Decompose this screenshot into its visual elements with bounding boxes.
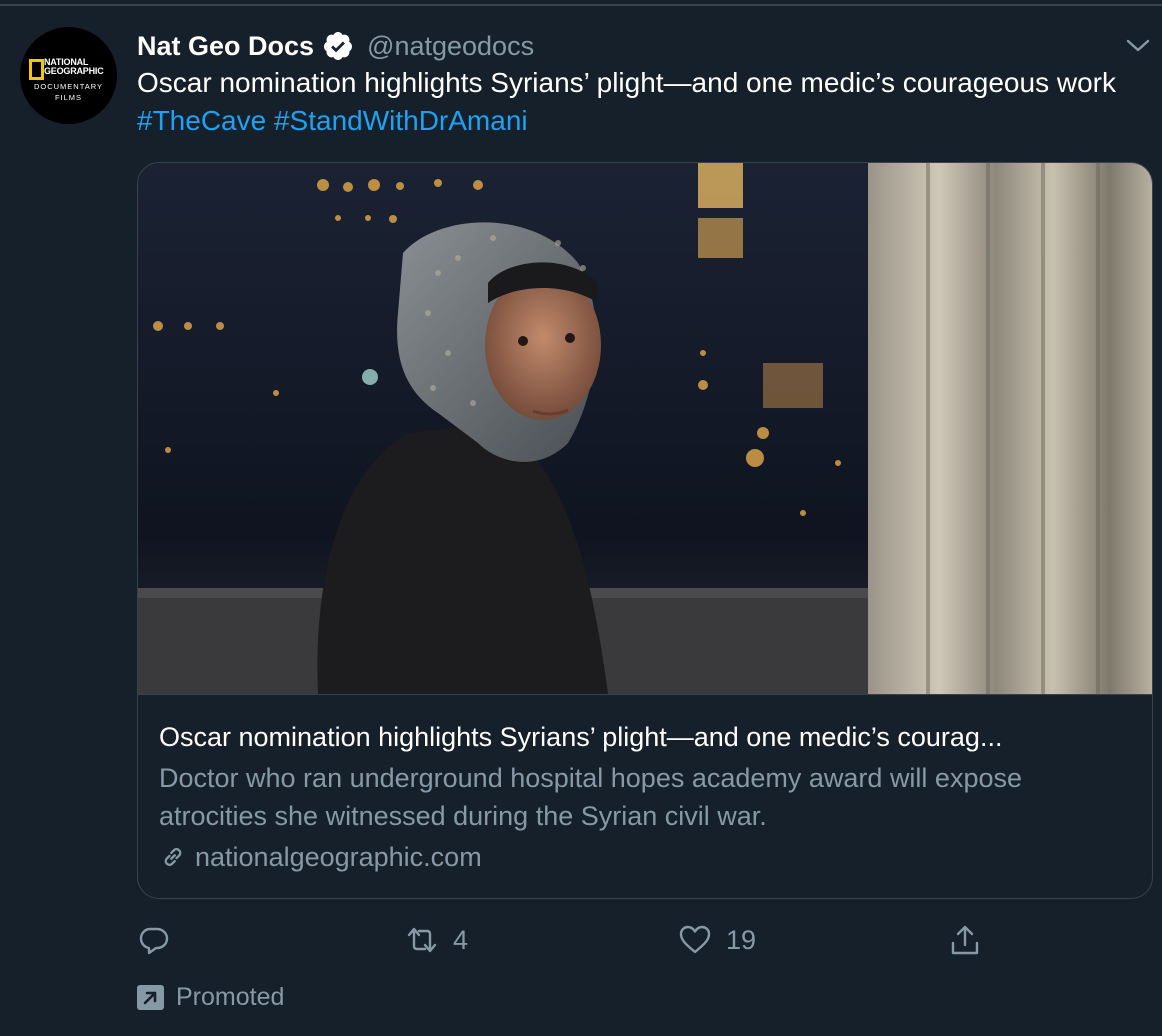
avatar[interactable]: NATIONAL GEOGRAPHIC DOCUMENTARY FILMS: [20, 27, 117, 124]
card-domain: nationalgeographic.com: [159, 839, 482, 875]
card-body[interactable]: Oscar nomination highlights Syrians’ pli…: [138, 696, 1152, 898]
tweet-text: Oscar nomination highlights Syrians’ pli…: [137, 64, 1152, 140]
like-count: 19: [726, 924, 757, 955]
author-handle[interactable]: @natgeodocs: [367, 31, 534, 62]
avatar-logo-text: NATIONAL GEOGRAPHIC: [44, 57, 104, 76]
link-card[interactable]: Oscar nomination highlights Syrians’ pli…: [137, 162, 1153, 899]
reply-icon: [139, 927, 169, 955]
promoted-label: Promoted: [137, 981, 284, 1013]
retweet-count: 4: [453, 924, 469, 955]
author-name[interactable]: Nat Geo Docs: [137, 31, 314, 62]
heart-icon: [679, 925, 711, 954]
verified-badge-icon: [324, 32, 353, 60]
avatar-sub-text-2: FILMS: [54, 93, 83, 102]
top-divider: [0, 4, 1162, 6]
retweet-button[interactable]: 4: [405, 919, 468, 961]
reply-button[interactable]: [137, 919, 185, 961]
avatar-sub-text: DOCUMENTARY: [33, 82, 104, 91]
retweet-icon: [407, 927, 437, 953]
tweet-body: Oscar nomination highlights Syrians’ pli…: [137, 67, 1116, 98]
chevron-down-icon[interactable]: [1124, 34, 1152, 56]
link-icon: [164, 848, 182, 866]
card-image[interactable]: [138, 163, 1152, 695]
tweet-header: Nat Geo Docs @natgeodocs: [137, 28, 534, 64]
card-domain-text: nationalgeographic.com: [195, 841, 482, 872]
hashtag-link[interactable]: #StandWithDrAmani: [274, 105, 528, 136]
share-icon: [951, 925, 979, 955]
natgeo-logo-border-icon: [29, 59, 44, 80]
like-button[interactable]: 19: [678, 919, 756, 961]
card-title: Oscar nomination highlights Syrians’ pli…: [159, 722, 1003, 752]
hashtag-link[interactable]: #TheCave: [137, 105, 266, 136]
promoted-arrow-icon: [137, 984, 164, 1010]
promoted-text: Promoted: [176, 982, 285, 1011]
share-button[interactable]: [948, 919, 982, 961]
card-description: Doctor who ran underground hospital hope…: [159, 763, 1022, 831]
